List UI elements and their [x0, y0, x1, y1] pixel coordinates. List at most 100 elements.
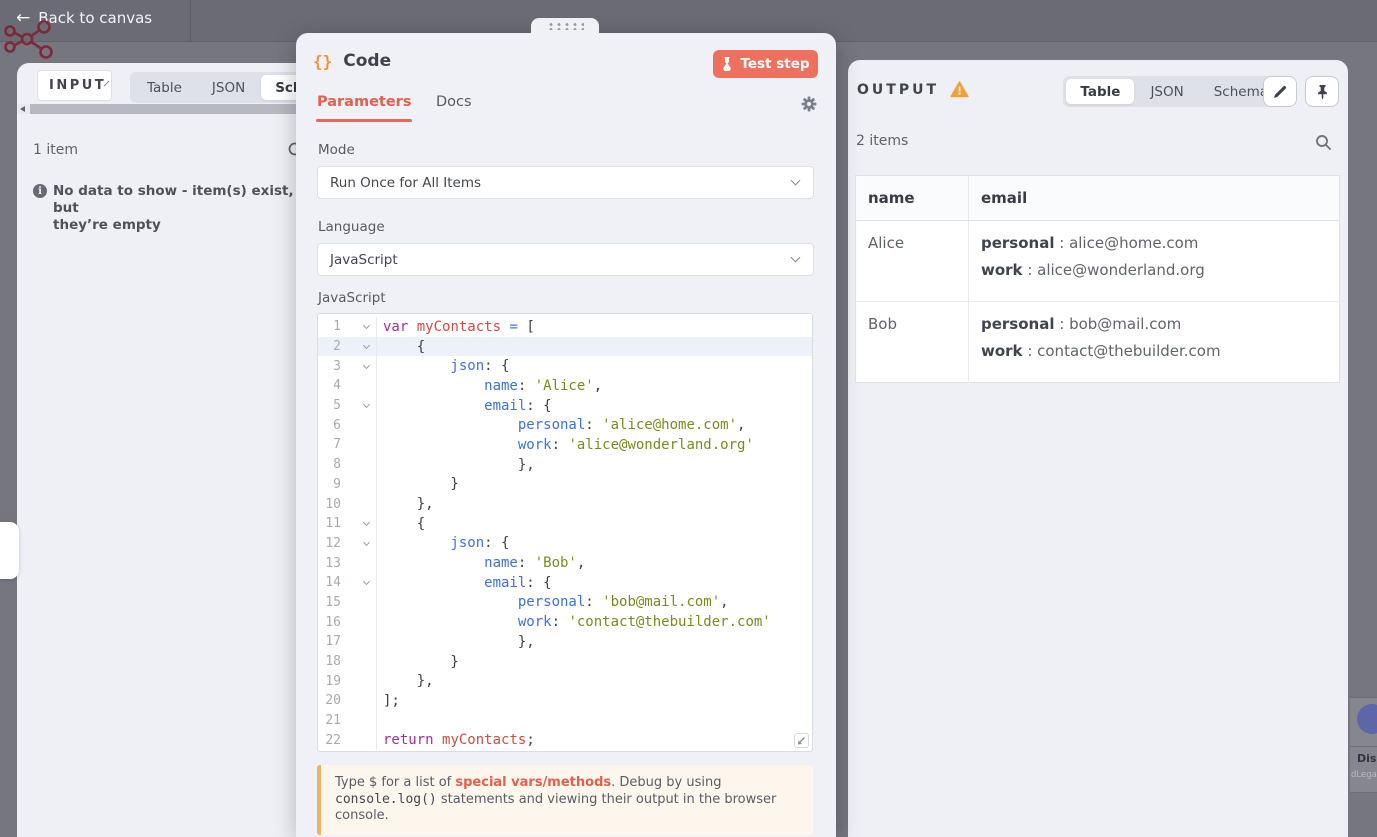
language-select[interactable]: JavaScript [317, 243, 814, 276]
fold-toggle[interactable] [341, 322, 376, 330]
line-number: 19 [325, 673, 341, 689]
code-line[interactable]: 4 name: 'Alice', [318, 376, 812, 396]
line-number: 10 [325, 496, 341, 512]
code-line[interactable]: 12 json: { [318, 533, 812, 554]
code-line-content: name: 'Alice', [484, 377, 603, 394]
pin-icon [1317, 84, 1327, 99]
workflow-logo-icon [4, 20, 53, 59]
chevron-down-icon [362, 322, 371, 330]
output-tab-table[interactable]: Table [1066, 79, 1135, 104]
line-number: 22 [325, 732, 341, 748]
output-tab-json[interactable]: JSON [1136, 79, 1197, 104]
code-line[interactable]: 3 json: { [318, 356, 812, 377]
code-editor[interactable]: 1 var myContacts = [2{3 json: {4 name: 'Ali… [317, 313, 813, 752]
code-line[interactable]: 17}, [318, 632, 812, 652]
code-line[interactable]: 22 return myContacts; [318, 730, 812, 751]
code-line[interactable]: 16 work: 'contact@thebuilder.com' [318, 612, 812, 632]
test-step-button[interactable]: Test step [713, 50, 818, 78]
fold-toggle[interactable] [341, 519, 376, 527]
pencil-icon [1274, 85, 1287, 98]
code-line-content: }, [416, 496, 434, 513]
code-line[interactable]: 21 [318, 710, 812, 731]
edit-output-button[interactable] [1263, 76, 1297, 107]
code-node-icon: {} [313, 51, 333, 71]
line-number: 12 [325, 535, 341, 551]
line-number: 20 [325, 693, 341, 709]
chevron-down-icon [362, 341, 371, 350]
table-row[interactable]: Alice personal : alice@home.com work : ali… [856, 220, 1340, 302]
dialog-drag-handle[interactable] [531, 18, 599, 33]
cell-email: personal : alice@home.com work : alice@wo… [968, 220, 1340, 302]
code-line[interactable]: 10}, [318, 494, 812, 514]
fold-toggle[interactable] [341, 578, 376, 586]
code-line[interactable]: 9} [318, 474, 812, 495]
special-vars-link[interactable]: special vars/methods [455, 775, 611, 790]
email-entry: work : alice@wonderland.org [981, 261, 1205, 279]
fold-toggle[interactable] [341, 401, 376, 409]
line-number: 5 [333, 398, 341, 414]
hint-text-mid: . Debug by using [611, 775, 722, 790]
code-line[interactable]: 5 email: { [318, 395, 812, 416]
code-line[interactable]: 8}, [318, 454, 812, 475]
code-line-content: personal: 'bob@mail.com', [517, 594, 729, 611]
output-col-email[interactable]: email [968, 175, 1340, 221]
mode-select[interactable]: Run Once for All Items [317, 166, 814, 199]
code-line-content: }, [517, 633, 535, 650]
tab-docs[interactable]: Docs [436, 94, 472, 110]
code-line[interactable]: 13 name: 'Bob', [318, 553, 812, 573]
test-step-label: Test step [740, 56, 810, 72]
code-line[interactable]: 19}, [318, 671, 812, 692]
cell-name: Bob [855, 301, 969, 383]
warning-icon [950, 81, 969, 98]
code-line[interactable]: 11 { [318, 513, 812, 534]
gear-icon[interactable] [801, 96, 817, 112]
code-line[interactable]: 2{ [318, 336, 812, 357]
input-panel-title: INPUT [49, 78, 107, 93]
table-row[interactable]: Bob personal : bob@mail.com work : contact… [855, 301, 1340, 383]
card-divider [1350, 746, 1377, 747]
output-table-body: Alice personal : alice@home.com work : ali… [855, 220, 1340, 383]
output-col-name[interactable]: name [855, 175, 969, 221]
line-number: 18 [325, 654, 341, 670]
code-line-content: email: { [484, 397, 552, 414]
input-tab-json[interactable]: JSON [198, 75, 259, 100]
line-number: 17 [325, 634, 341, 650]
fold-toggle[interactable] [341, 361, 376, 369]
code-line-content: email: { [484, 574, 552, 591]
avatar [1357, 704, 1377, 734]
panel-collapse-handle[interactable] [0, 522, 19, 579]
input-tab-table[interactable]: Table [133, 75, 196, 100]
code-line[interactable]: 20]; [318, 691, 812, 711]
resize-arrow-icon [798, 737, 805, 745]
chevron-down-icon [362, 519, 371, 527]
fold-toggle[interactable] [341, 538, 376, 546]
code-line-content: }, [517, 456, 535, 473]
code-line-content: name: 'Bob', [484, 555, 586, 572]
fold-toggle[interactable] [341, 341, 376, 350]
scroll-left-arrow-icon[interactable] [20, 106, 25, 112]
code-line[interactable]: 14 email: { [318, 572, 812, 593]
card-text-1: Dis [1357, 752, 1377, 765]
code-line-content: } [450, 476, 459, 493]
hint-code: console.log() [335, 791, 437, 807]
code-line[interactable]: 1 var myContacts = [ [318, 317, 812, 337]
language-value: JavaScript [330, 251, 398, 268]
code-line[interactable]: 15 personal: 'bob@mail.com', [318, 592, 812, 613]
pin-data-button[interactable] [1305, 76, 1339, 107]
line-number: 13 [325, 555, 341, 571]
mode-label: Mode [318, 142, 355, 158]
input-source-dropdown[interactable]: INPUT [37, 70, 112, 101]
output-items-count: 2 items [856, 133, 909, 149]
editor-resize-handle[interactable] [794, 733, 809, 748]
line-number: 9 [333, 476, 341, 492]
code-line[interactable]: 18} [318, 651, 812, 672]
code-line-content: return myContacts; [383, 732, 535, 749]
line-number: 14 [325, 575, 341, 591]
code-line-content: json: { [450, 535, 510, 552]
output-panel-title: OUTPUT [857, 81, 939, 98]
code-line[interactable]: 6 personal: 'alice@home.com', [318, 415, 812, 436]
line-number: 4 [333, 378, 341, 394]
tab-parameters[interactable]: Parameters [317, 94, 411, 110]
search-icon[interactable] [1315, 134, 1332, 151]
code-line[interactable]: 7 work: 'alice@wonderland.org' [318, 435, 812, 455]
